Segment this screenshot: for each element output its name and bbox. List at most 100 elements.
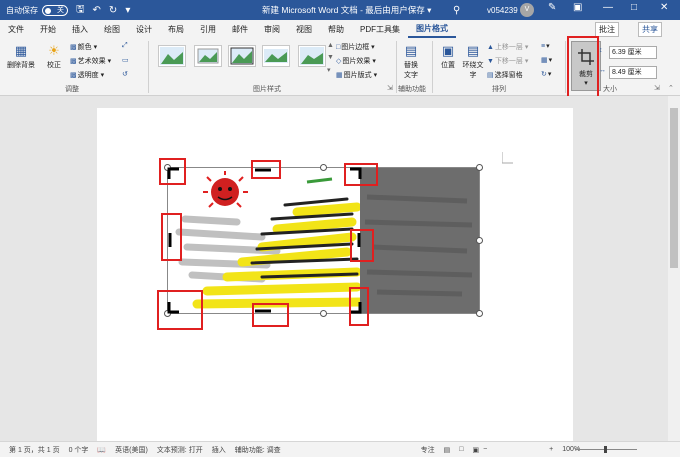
picture-border-button[interactable]: □图片边框 ▾ bbox=[336, 42, 375, 52]
tab-home[interactable]: 开始 bbox=[32, 24, 64, 35]
selected-picture[interactable] bbox=[164, 164, 483, 317]
autosave-label: 自动保存 bbox=[6, 5, 38, 15]
style-gallery-item[interactable] bbox=[158, 45, 186, 67]
avatar[interactable]: V bbox=[520, 3, 534, 17]
rotate-button[interactable]: ↻▾ bbox=[541, 70, 551, 78]
zoom-in-icon[interactable]: + bbox=[549, 446, 553, 453]
reset-picture-button[interactable]: ↺ bbox=[122, 70, 129, 78]
zoom-out-icon[interactable]: − bbox=[483, 446, 487, 453]
tab-help[interactable]: 帮助 bbox=[320, 24, 352, 35]
alt-text-button[interactable]: ▤ 替换 文字 bbox=[400, 43, 422, 80]
redo-icon[interactable]: ↻ bbox=[109, 5, 117, 16]
zoom-slider[interactable] bbox=[575, 446, 637, 453]
highlight-box bbox=[161, 213, 182, 261]
language-status[interactable]: 英语(美国) bbox=[115, 445, 148, 455]
group-divider bbox=[148, 41, 149, 93]
search-icon[interactable]: ⚲ bbox=[453, 5, 460, 16]
highlight-box bbox=[251, 160, 281, 179]
group-divider bbox=[432, 41, 433, 93]
compress-pictures-button[interactable]: ⤢ bbox=[122, 42, 129, 50]
send-backward-icon: ▼ bbox=[487, 58, 494, 65]
minimize-icon[interactable]: — bbox=[603, 2, 613, 13]
corrections-icon: ☀ bbox=[48, 43, 60, 58]
picture-layout-label: 图片版式 bbox=[343, 72, 372, 79]
bring-forward-button[interactable]: ▲上移一层 ▾ bbox=[487, 42, 528, 52]
crop-handles bbox=[167, 167, 362, 314]
ribbon-options-icon[interactable]: ▣ bbox=[573, 2, 582, 13]
undo-icon[interactable]: ↶ bbox=[93, 5, 101, 16]
alt-text-label-2: 文字 bbox=[404, 72, 418, 79]
page-count[interactable]: 第 1 页，共 1 页 bbox=[9, 445, 60, 455]
artistic-effects-button[interactable]: ▩艺术效果 ▾ bbox=[70, 56, 111, 66]
customize-toolbar-icon[interactable]: ▾ bbox=[125, 5, 130, 16]
picture-layout-button[interactable]: ▦图片版式 ▾ bbox=[336, 70, 377, 80]
scrollbar-thumb[interactable] bbox=[670, 108, 678, 268]
height-field[interactable]: 6.39 厘米 bbox=[609, 46, 657, 59]
alt-text-icon: ▤ bbox=[404, 43, 418, 58]
margin-corner-mark bbox=[502, 152, 513, 164]
tab-layout[interactable]: 布局 bbox=[160, 24, 192, 35]
tab-pdf-tools[interactable]: PDF工具集 bbox=[352, 24, 408, 35]
print-layout-icon[interactable]: □ bbox=[459, 446, 463, 453]
tab-design[interactable]: 设计 bbox=[128, 24, 160, 35]
gallery-scroll-up[interactable]: ▲ bbox=[327, 42, 334, 49]
group-adjust-label: 调整 bbox=[65, 86, 79, 93]
position-button[interactable]: ▣ 位置 bbox=[437, 43, 459, 70]
corrections-button[interactable]: ☀ 校正 bbox=[42, 43, 66, 70]
transparency-button[interactable]: ▩透明度 ▾ bbox=[70, 70, 104, 80]
group-divider bbox=[565, 41, 566, 93]
word-count[interactable]: 0 个字 bbox=[69, 445, 89, 455]
style-gallery-item[interactable] bbox=[298, 45, 326, 67]
selection-pane-button[interactable]: ▤选择窗格 bbox=[487, 70, 523, 80]
send-backward-button[interactable]: ▼下移一层 ▾ bbox=[487, 56, 528, 66]
text-prediction-status[interactable]: 文本预测: 打开 bbox=[157, 445, 203, 455]
collapse-ribbon-icon[interactable]: ⌃ bbox=[668, 84, 674, 92]
wrap-text-button[interactable]: ▤ 环绕文 字 bbox=[461, 43, 485, 80]
change-picture-button[interactable]: ▭ bbox=[122, 56, 130, 64]
pen-icon[interactable]: ✎ bbox=[548, 2, 556, 13]
save-icon[interactable]: 🖫 bbox=[76, 2, 85, 19]
comment-button[interactable]: 批注 bbox=[595, 22, 619, 37]
width-field[interactable]: 8.49 厘米 bbox=[609, 66, 657, 79]
width-icon: ↔ bbox=[599, 67, 606, 74]
tab-review[interactable]: 审阅 bbox=[256, 24, 288, 35]
close-icon[interactable]: ✕ bbox=[660, 2, 668, 13]
remove-background-icon: ▦ bbox=[14, 43, 28, 58]
tab-draw[interactable]: 绘图 bbox=[96, 24, 128, 35]
document-title[interactable]: 新建 Microsoft Word 文档 - 最后由用户保存 ▾ bbox=[262, 4, 431, 16]
autosave-toggle[interactable]: 关 bbox=[42, 4, 68, 16]
title-bar: 自动保存 关 🖫 ↶ ↻ ▾ 新建 Microsoft Word 文档 - 最后… bbox=[0, 0, 680, 20]
insert-mode-status[interactable]: 插入 bbox=[212, 445, 226, 455]
selection-pane-label: 选择窗格 bbox=[494, 72, 523, 79]
vertical-scrollbar[interactable] bbox=[668, 96, 680, 441]
user-name[interactable]: v054239 bbox=[487, 6, 518, 15]
tab-insert[interactable]: 插入 bbox=[64, 24, 96, 35]
tab-view[interactable]: 视图 bbox=[288, 24, 320, 35]
tab-file[interactable]: 文件 bbox=[0, 24, 32, 35]
tab-mailings[interactable]: 邮件 bbox=[224, 24, 256, 35]
tab-picture-format[interactable]: 图片格式 bbox=[408, 20, 456, 38]
focus-mode-button[interactable]: 专注 bbox=[421, 445, 435, 455]
picture-effects-button[interactable]: ◇图片效果 ▾ bbox=[336, 56, 376, 66]
align-button[interactable]: ≡▾ bbox=[541, 42, 550, 50]
selection-pane-icon: ▤ bbox=[487, 72, 494, 79]
share-button[interactable]: 共享 bbox=[638, 22, 662, 37]
artistic-effects-label: 艺术效果 bbox=[77, 58, 106, 65]
read-mode-icon[interactable]: ▤ bbox=[444, 446, 451, 454]
accessibility-status[interactable]: 辅助功能: 调查 bbox=[235, 445, 281, 455]
style-gallery-item[interactable] bbox=[228, 45, 256, 67]
remove-background-button[interactable]: ▦ 删除背景 bbox=[4, 43, 38, 70]
size-dialog-launcher-icon[interactable]: ⇲ bbox=[654, 84, 660, 92]
maximize-icon[interactable]: □ bbox=[631, 2, 637, 13]
gallery-more[interactable]: ▾ bbox=[327, 66, 331, 74]
styles-dialog-launcher-icon[interactable]: ⇲ bbox=[387, 84, 393, 92]
proofing-icon[interactable]: 📖 bbox=[97, 446, 106, 454]
tab-references[interactable]: 引用 bbox=[192, 24, 224, 35]
picture-effects-label: 图片效果 bbox=[342, 58, 371, 65]
web-layout-icon[interactable]: ▣ bbox=[472, 446, 479, 454]
style-gallery-item[interactable] bbox=[262, 45, 290, 67]
gallery-scroll-down[interactable]: ▼ bbox=[327, 54, 334, 61]
group-button[interactable]: ▦▾ bbox=[541, 56, 552, 64]
style-gallery-item[interactable] bbox=[194, 45, 222, 67]
color-button[interactable]: ▩颜色 ▾ bbox=[70, 42, 97, 52]
